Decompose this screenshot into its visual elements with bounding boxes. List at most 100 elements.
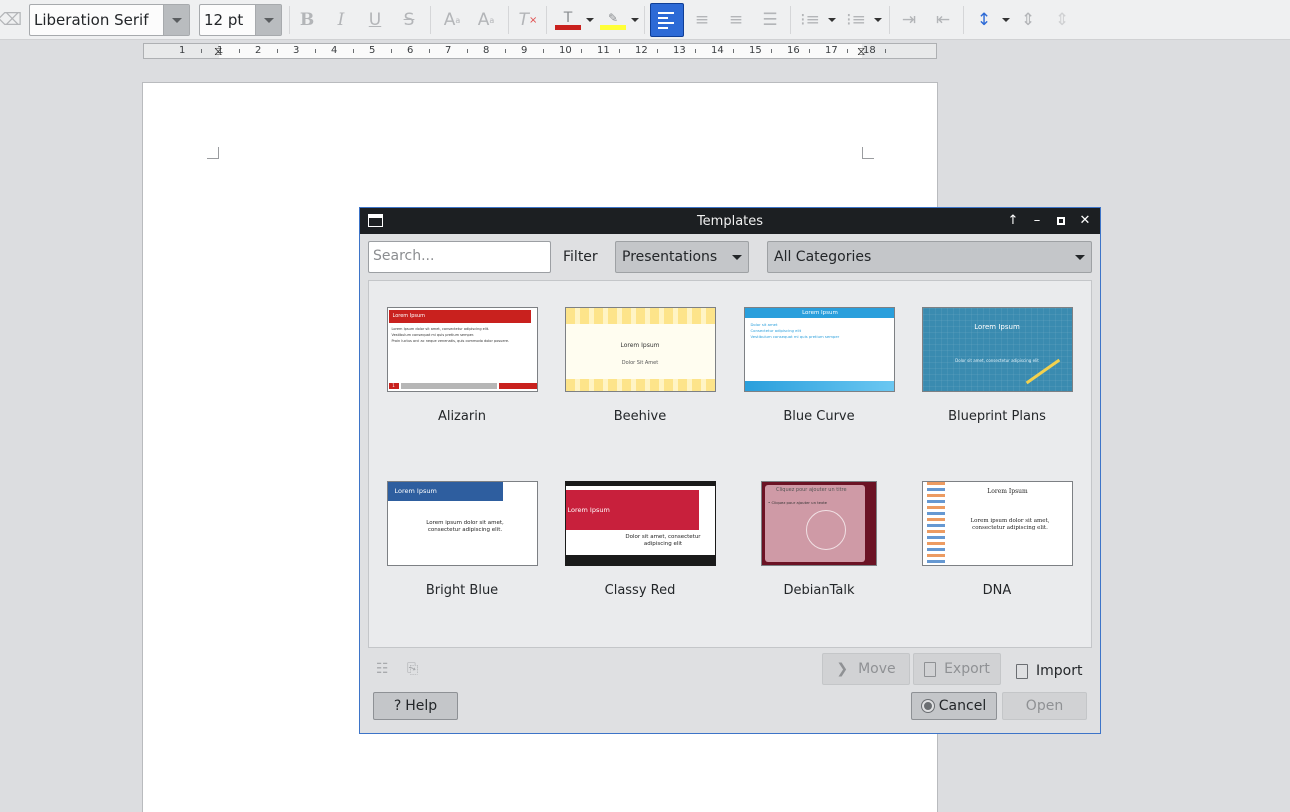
template-item[interactable]: Lorem Ipsum Dolor sit amet, consectetur … bbox=[550, 481, 730, 598]
search-input[interactable]: Search... bbox=[368, 241, 551, 273]
ruler-tick bbox=[657, 49, 658, 53]
clear-format-icon[interactable]: ⌫ bbox=[0, 8, 22, 32]
filter-label: Filter bbox=[563, 249, 598, 265]
line-spacing-icon[interactable]: ↕ bbox=[972, 8, 996, 32]
font-name-value[interactable]: Liberation Serif bbox=[30, 11, 163, 29]
templates-dialog: Templates ↑ – ✕ Search... Filter Present… bbox=[359, 207, 1101, 734]
left-indent-marker-icon[interactable]: ⧖ bbox=[214, 44, 222, 58]
decrease-indent-icon[interactable]: ⇤ bbox=[931, 8, 955, 32]
ruler-label: 1 bbox=[179, 45, 186, 56]
chevron-down-icon[interactable] bbox=[585, 8, 595, 32]
filter-value: Presentations bbox=[622, 249, 718, 265]
dialog-title: Templates bbox=[696, 213, 764, 229]
font-name-combo[interactable]: Liberation Serif bbox=[29, 4, 190, 36]
help-icon: ? bbox=[393, 698, 402, 714]
font-color-icon[interactable]: T bbox=[554, 8, 582, 32]
paragraph-spacing-decrease-icon[interactable]: ⇕ bbox=[1050, 8, 1074, 32]
template-thumbnail[interactable]: Cliquez pour ajouter un titre • Cliquez … bbox=[761, 481, 877, 566]
repository-icon[interactable]: ⎘ bbox=[407, 661, 425, 679]
export-button[interactable]: Export bbox=[913, 653, 1001, 685]
justify-icon[interactable]: ☰ bbox=[758, 8, 782, 32]
paragraph-spacing-icon[interactable]: ⇕ bbox=[1016, 8, 1040, 32]
category-dropdown[interactable]: All Categories bbox=[767, 241, 1092, 273]
export-icon bbox=[924, 661, 937, 677]
thumb-line: Vestibulum consequat mi quis pretium sem… bbox=[750, 334, 840, 339]
dialog-titlebar[interactable]: Templates ↑ – ✕ bbox=[360, 208, 1100, 234]
subscript-icon[interactable]: Aa bbox=[474, 8, 498, 32]
chevron-down-icon[interactable] bbox=[873, 8, 883, 32]
align-left-icon[interactable] bbox=[650, 3, 684, 37]
help-button-label: Help bbox=[405, 698, 438, 714]
ruler-tick bbox=[695, 49, 696, 53]
ruler-tick bbox=[581, 49, 582, 53]
unordered-list-icon[interactable]: ⁝≡ bbox=[798, 8, 822, 32]
chevron-down-icon[interactable] bbox=[827, 8, 837, 32]
ruler-tick bbox=[315, 49, 316, 53]
align-right-icon[interactable]: ≡ bbox=[724, 8, 748, 32]
thumb-footer-accent bbox=[498, 383, 537, 389]
thumb-top-bar bbox=[565, 482, 715, 486]
open-button[interactable]: Open bbox=[1002, 692, 1087, 720]
toolbar-separator bbox=[790, 6, 791, 34]
chevron-down-icon[interactable] bbox=[163, 5, 189, 35]
ruler-tick bbox=[771, 49, 772, 53]
template-item[interactable]: Lorem Ipsum Lorem ipsum dolor sit amet, … bbox=[907, 481, 1087, 598]
font-size-combo[interactable]: 12 pt bbox=[199, 4, 282, 36]
template-thumbnail[interactable]: Lorem Ipsum Lorem Ipsum dolor sit amet, … bbox=[386, 307, 538, 392]
clear-direct-format-icon[interactable]: T × bbox=[516, 8, 540, 32]
ruler-tick bbox=[467, 49, 468, 53]
template-item[interactable]: Cliquez pour ajouter un titre • Cliquez … bbox=[729, 481, 909, 598]
close-icon[interactable]: ✕ bbox=[1076, 212, 1094, 230]
template-item[interactable]: Lorem Ipsum Lorem Ipsum dolor sit amet, … bbox=[372, 307, 552, 424]
template-thumbnail[interactable]: Lorem Ipsum Dolor Sit Amet bbox=[564, 307, 716, 392]
filter-dropdown[interactable]: Presentations bbox=[615, 241, 749, 273]
bold-icon[interactable]: B bbox=[296, 8, 318, 32]
chevron-down-icon[interactable] bbox=[630, 8, 640, 32]
increase-indent-icon[interactable]: ⇥ bbox=[897, 8, 921, 32]
italic-icon[interactable]: I bbox=[330, 8, 352, 32]
right-indent-marker-icon[interactable]: ⧖ bbox=[857, 44, 865, 58]
template-item[interactable]: Lorem Ipsum Lorem ipsum dolor sit amet, … bbox=[372, 481, 552, 598]
ruler-label: 2 bbox=[255, 45, 262, 56]
highlight-color-icon[interactable]: ✎ bbox=[599, 8, 627, 32]
ruler-tick bbox=[809, 49, 810, 53]
cancel-button[interactable]: Cancel bbox=[911, 692, 997, 720]
ruler-tick bbox=[391, 49, 392, 53]
ruler-label: 5 bbox=[369, 45, 376, 56]
minimize-icon[interactable]: – bbox=[1028, 212, 1046, 230]
template-item[interactable]: Lorem Ipsum Dolor sit amet Consectetur a… bbox=[729, 307, 909, 424]
template-name: Beehive bbox=[613, 409, 667, 424]
ruler-tick bbox=[505, 49, 506, 53]
settings-sliders-icon[interactable]: ☷ bbox=[376, 661, 394, 679]
ruler-tick bbox=[543, 49, 544, 53]
chevron-down-icon[interactable] bbox=[1001, 8, 1011, 32]
strikethrough-icon[interactable]: S bbox=[398, 8, 420, 32]
move-button[interactable]: ❯ Move bbox=[822, 653, 910, 685]
ruler-label: 14 bbox=[711, 45, 724, 56]
underline-icon[interactable]: U bbox=[364, 8, 386, 32]
keep-above-icon[interactable]: ↑ bbox=[1004, 212, 1022, 230]
font-size-value[interactable]: 12 pt bbox=[200, 11, 255, 29]
template-thumbnail[interactable]: Lorem Ipsum Dolor sit amet Consectetur a… bbox=[743, 307, 895, 392]
superscript-icon[interactable]: Aa bbox=[440, 8, 464, 32]
thumb-heading: Lorem Ipsum bbox=[620, 342, 660, 349]
horizontal-ruler[interactable]: 1 1 2 3 4 5 6 7 8 9 10 11 12 13 14 15 16 17 18 ⧖ ⧖ bbox=[143, 43, 937, 59]
maximize-icon[interactable] bbox=[1052, 212, 1070, 230]
ruler-label: 15 bbox=[749, 45, 762, 56]
thumb-sub: • Cliquez pour ajouter un texte bbox=[768, 500, 828, 505]
help-button[interactable]: ? Help bbox=[373, 692, 458, 720]
template-thumbnail[interactable]: Lorem Ipsum Dolor sit amet, consectetur … bbox=[921, 307, 1073, 392]
import-button[interactable]: Import bbox=[1016, 661, 1082, 681]
template-thumbnail[interactable]: Lorem Ipsum Dolor sit amet, consectetur … bbox=[564, 481, 716, 566]
chevron-down-icon[interactable] bbox=[255, 5, 281, 35]
template-name: Classy Red bbox=[604, 583, 676, 598]
thumb-sub: Dolor Sit Amet bbox=[621, 360, 659, 366]
template-thumbnail[interactable]: Lorem Ipsum Lorem ipsum dolor sit amet, … bbox=[386, 481, 538, 566]
align-center-icon[interactable]: ≡ bbox=[690, 8, 714, 32]
template-item[interactable]: Lorem Ipsum Dolor sit amet, consectetur … bbox=[907, 307, 1087, 424]
template-thumbnail[interactable]: Lorem Ipsum Lorem ipsum dolor sit amet, … bbox=[921, 481, 1073, 566]
thumb-heading: Cliquez pour ajouter un titre bbox=[776, 487, 847, 493]
template-item[interactable]: Lorem Ipsum Dolor Sit Amet Beehive bbox=[550, 307, 730, 424]
ruler-tick bbox=[429, 49, 430, 53]
ordered-list-icon[interactable]: ⁝≡ bbox=[844, 8, 868, 32]
